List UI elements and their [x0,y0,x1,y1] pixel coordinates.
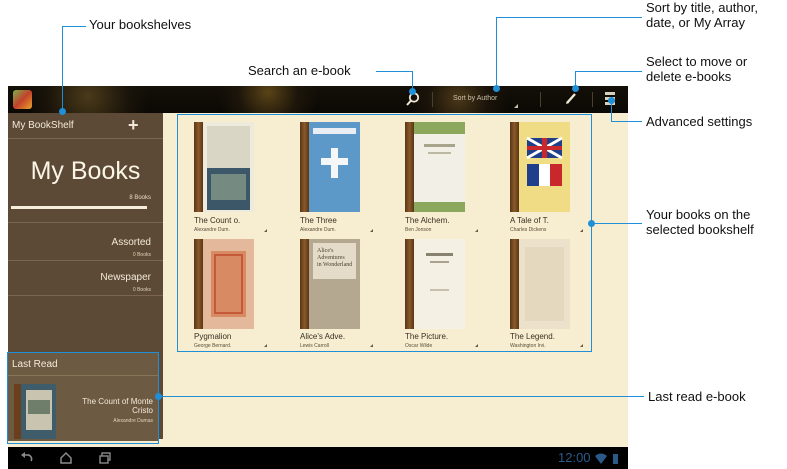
callout-select-line-2: delete e-books [646,69,732,84]
callout-bookshelves: Your bookshelves [89,17,192,32]
leader-dot [59,108,66,115]
leader-line [162,396,644,397]
app-logo-icon[interactable] [13,90,32,109]
wifi-icon [595,453,607,464]
callout-search: Search an e-book [248,63,351,78]
leader-dot [493,85,500,92]
status-clock: 12:00 [558,450,591,465]
toolbar-divider [540,92,541,107]
highlight-box [177,114,592,352]
sidebar-item-newspaper[interactable]: Newspaper [100,272,151,283]
leader-line [595,223,642,224]
toolbar-divider [432,92,433,107]
leader-dot [409,88,416,95]
callout-books-on-shelf: Your books on the selected bookshelf [646,207,754,237]
callout-select: Select to move or delete e-books [646,54,747,84]
home-icon[interactable] [59,451,73,465]
selected-shelf-indicator [11,206,147,209]
divider [8,138,163,139]
callout-sort-line-2: date, or My Array [646,15,745,30]
sort-dropdown[interactable]: Sort by Author [453,95,497,102]
callout-books-line-1: Your books on the [646,207,751,222]
battery-icon [613,454,618,464]
leader-dot [588,220,595,227]
callout-sort: Sort by title, author, date, or My Array [646,0,758,30]
divider [8,260,163,261]
sidebar-item-assorted[interactable]: Assorted [112,237,151,248]
sidebar-title: My BookShelf [12,120,74,131]
leader-line [62,26,86,27]
leader-line [611,121,642,122]
back-icon[interactable] [20,451,34,465]
callout-last-read: Last read e-book [648,389,746,404]
dropdown-caret-icon [514,104,518,108]
highlight-box [7,352,159,444]
recent-apps-icon[interactable] [98,451,112,465]
sidebar-item-my-books[interactable]: My Books [8,157,163,186]
divider [8,295,163,296]
newspaper-count: 0 Books [132,287,151,293]
callout-sort-line-1: Sort by title, author, [646,0,759,15]
system-nav-bar: 12:00 [8,447,628,469]
my-books-count: 8 Books [129,195,151,201]
leader-line [62,26,63,110]
leader-dot [155,393,162,400]
add-shelf-icon[interactable]: + [128,115,139,136]
leader-line [496,17,642,18]
leader-dot [572,85,579,92]
toolbar-divider [592,92,593,107]
action-bar: Sort by Author [8,86,628,113]
leader-line [496,17,497,88]
leader-dot [608,97,615,104]
pencil-icon[interactable] [563,91,579,107]
leader-line [575,71,642,72]
divider [8,222,163,223]
callout-select-line-1: Select to move or [646,54,748,69]
leader-line [376,71,412,72]
assorted-count: 0 Books [132,252,151,258]
callout-books-line-2: selected bookshelf [646,222,754,237]
callout-advanced: Advanced settings [646,114,753,129]
